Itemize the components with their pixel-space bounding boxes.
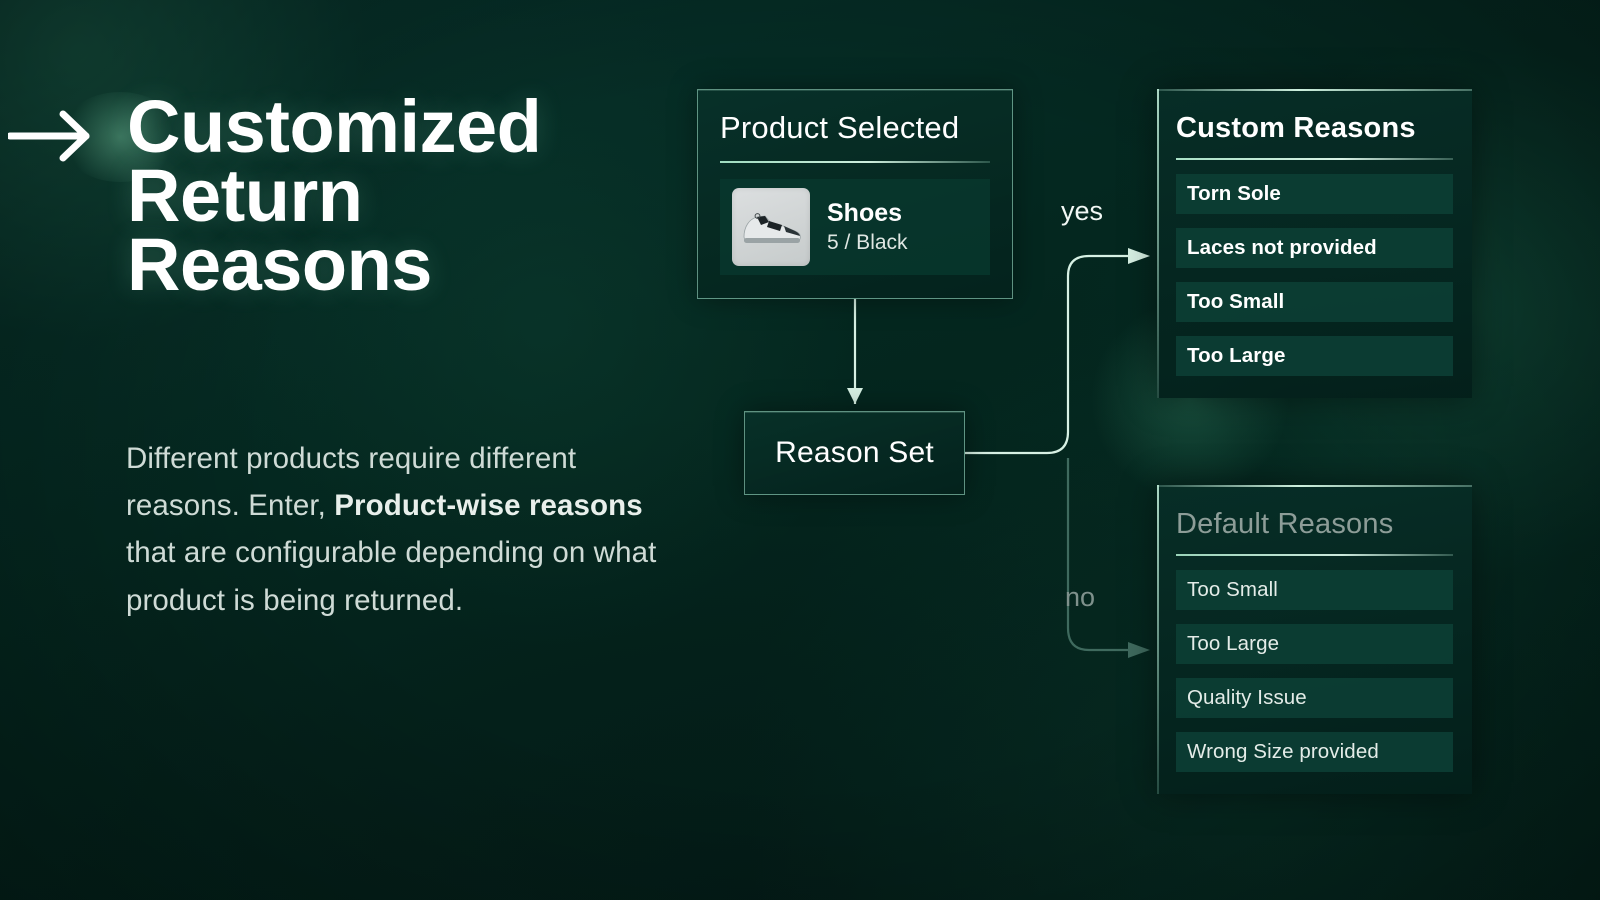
product-card-divider: [720, 161, 990, 163]
custom-reasons-title: Custom Reasons: [1176, 112, 1416, 144]
product-row[interactable]: Shoes 5 / Black: [720, 179, 990, 275]
arrow-right-icon: [8, 110, 90, 162]
default-reasons-divider: [1176, 554, 1453, 556]
page-title: Customized Return Reasons: [127, 85, 687, 306]
product-info: Shoes 5 / Black: [827, 199, 908, 255]
custom-reason-item[interactable]: Too Small: [1176, 282, 1453, 322]
custom-reason-item[interactable]: Torn Sole: [1176, 174, 1453, 214]
product-variant: 5 / Black: [827, 230, 908, 254]
description-emphasis: Product-wise reasons: [334, 489, 643, 523]
default-reason-item[interactable]: Too Small: [1176, 570, 1453, 610]
default-reasons-title: Default Reasons: [1176, 508, 1394, 540]
custom-reasons-divider: [1176, 158, 1453, 160]
edge-label-no: no: [1065, 582, 1096, 612]
custom-reasons-panel[interactable]: Custom Reasons Torn Sole Laces not provi…: [1157, 89, 1472, 398]
custom-reason-item[interactable]: Laces not provided: [1176, 228, 1453, 268]
product-selected-card[interactable]: Product Selected Shoes 5 / Black: [697, 89, 1013, 299]
reason-set-node[interactable]: Reason Set: [744, 411, 965, 495]
product-name: Shoes: [827, 199, 903, 228]
edge-label-yes: yes: [1061, 196, 1104, 226]
headline-line-3: Reasons: [127, 222, 432, 306]
description-paragraph: Different products require different rea…: [126, 435, 686, 624]
default-reason-item[interactable]: Wrong Size provided: [1176, 732, 1453, 772]
reason-set-label: Reason Set: [775, 436, 934, 469]
slide-canvas: Customized Return Reasons Different prod…: [0, 0, 1600, 900]
headline-line-2: Return: [127, 153, 363, 237]
custom-reason-item[interactable]: Too Large: [1176, 336, 1453, 376]
product-thumbnail: [732, 188, 810, 266]
description-part-2: that are configurable depending on what …: [126, 536, 657, 617]
shoe-icon: [743, 213, 801, 243]
default-reason-item[interactable]: Too Large: [1176, 624, 1453, 664]
product-card-title: Product Selected: [720, 110, 960, 145]
default-reason-item[interactable]: Quality Issue: [1176, 678, 1453, 718]
headline-line-1: Customized: [127, 85, 542, 168]
default-reasons-panel[interactable]: Default Reasons Too Small Too Large Qual…: [1157, 485, 1472, 794]
